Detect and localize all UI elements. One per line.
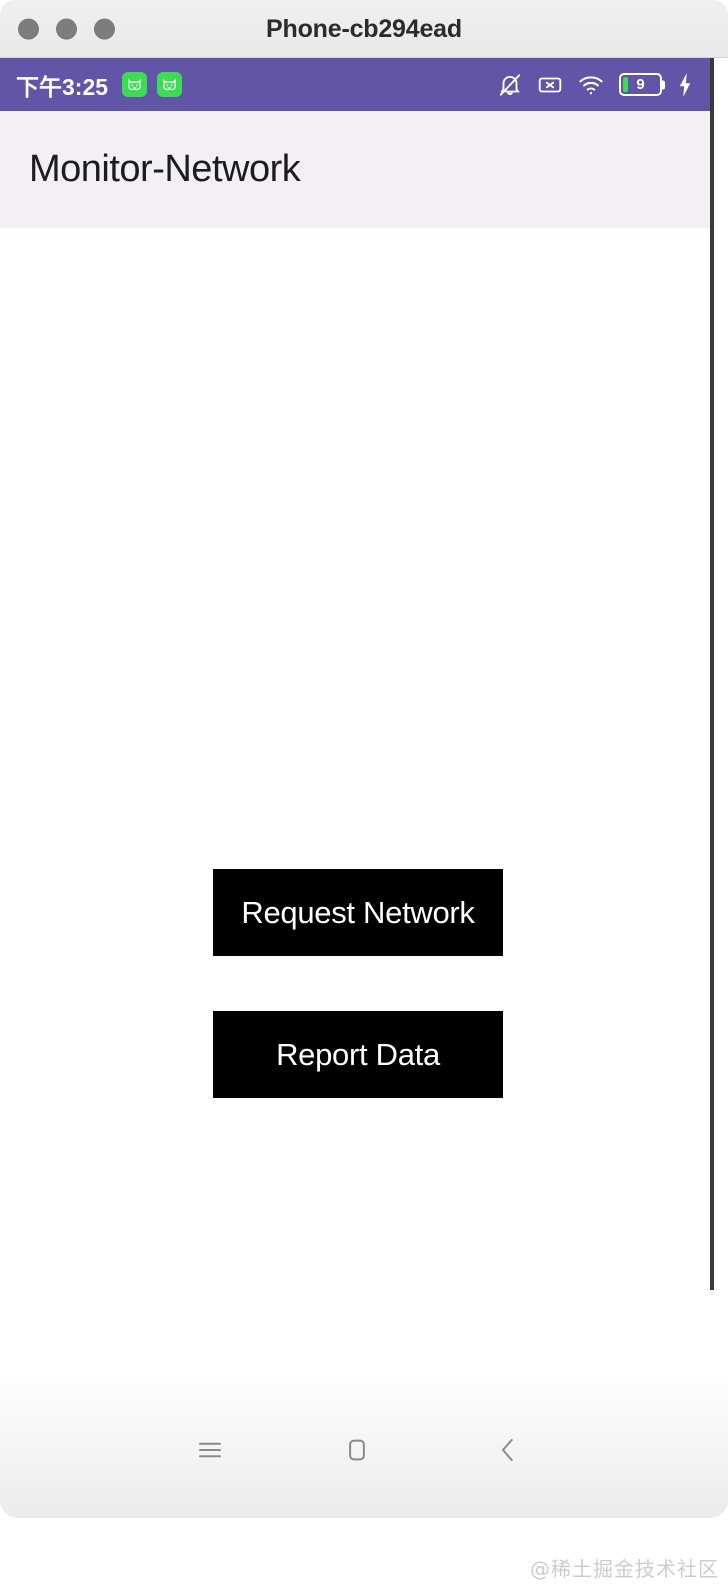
no-sim-card-icon [537, 72, 563, 98]
chevron-left-icon [493, 1435, 523, 1465]
square-icon [342, 1435, 372, 1465]
page-title: Monitor-Network [29, 148, 301, 190]
home-button[interactable] [325, 1418, 389, 1482]
below-device-area: @稀土掘金技术社区 [0, 1290, 728, 1592]
status-bar-right: 9 [497, 72, 694, 98]
menu-icon [195, 1435, 225, 1465]
watermark: @稀土掘金技术社区 [530, 1557, 719, 1581]
recents-button[interactable] [178, 1418, 242, 1482]
android-navigation-bar [0, 1382, 728, 1518]
wifi-icon [577, 72, 605, 98]
app-content: Request Network Report Data [0, 228, 710, 1290]
back-button[interactable] [476, 1418, 540, 1482]
window-title: Phone-cb294ead [266, 15, 462, 43]
android-app-notification-2-icon[interactable] [157, 72, 183, 97]
device-screen: 下午3:25 9 Monitor-Network Request Network… [0, 58, 714, 1290]
emulator-window: Phone-cb294ead 下午3:25 9 Monitor-Network … [0, 0, 728, 1592]
button-stack: Request Network Report Data [213, 869, 503, 1098]
android-status-bar: 下午3:25 9 [0, 58, 710, 111]
charging-bolt-icon [676, 72, 694, 98]
notifications-muted-icon [497, 72, 523, 98]
app-bar: Monitor-Network [0, 111, 710, 228]
request-network-button[interactable]: Request Network [213, 869, 503, 956]
android-app-notification-1-icon[interactable] [122, 72, 148, 97]
window-title-bar: Phone-cb294ead [0, 0, 728, 58]
status-bar-left: 下午3:25 [16, 68, 183, 102]
status-bar-clock: 下午3:25 [16, 73, 109, 100]
battery-indicator: 9 [619, 73, 662, 96]
battery-level-label: 9 [636, 76, 645, 93]
report-data-button[interactable]: Report Data [213, 1011, 503, 1098]
